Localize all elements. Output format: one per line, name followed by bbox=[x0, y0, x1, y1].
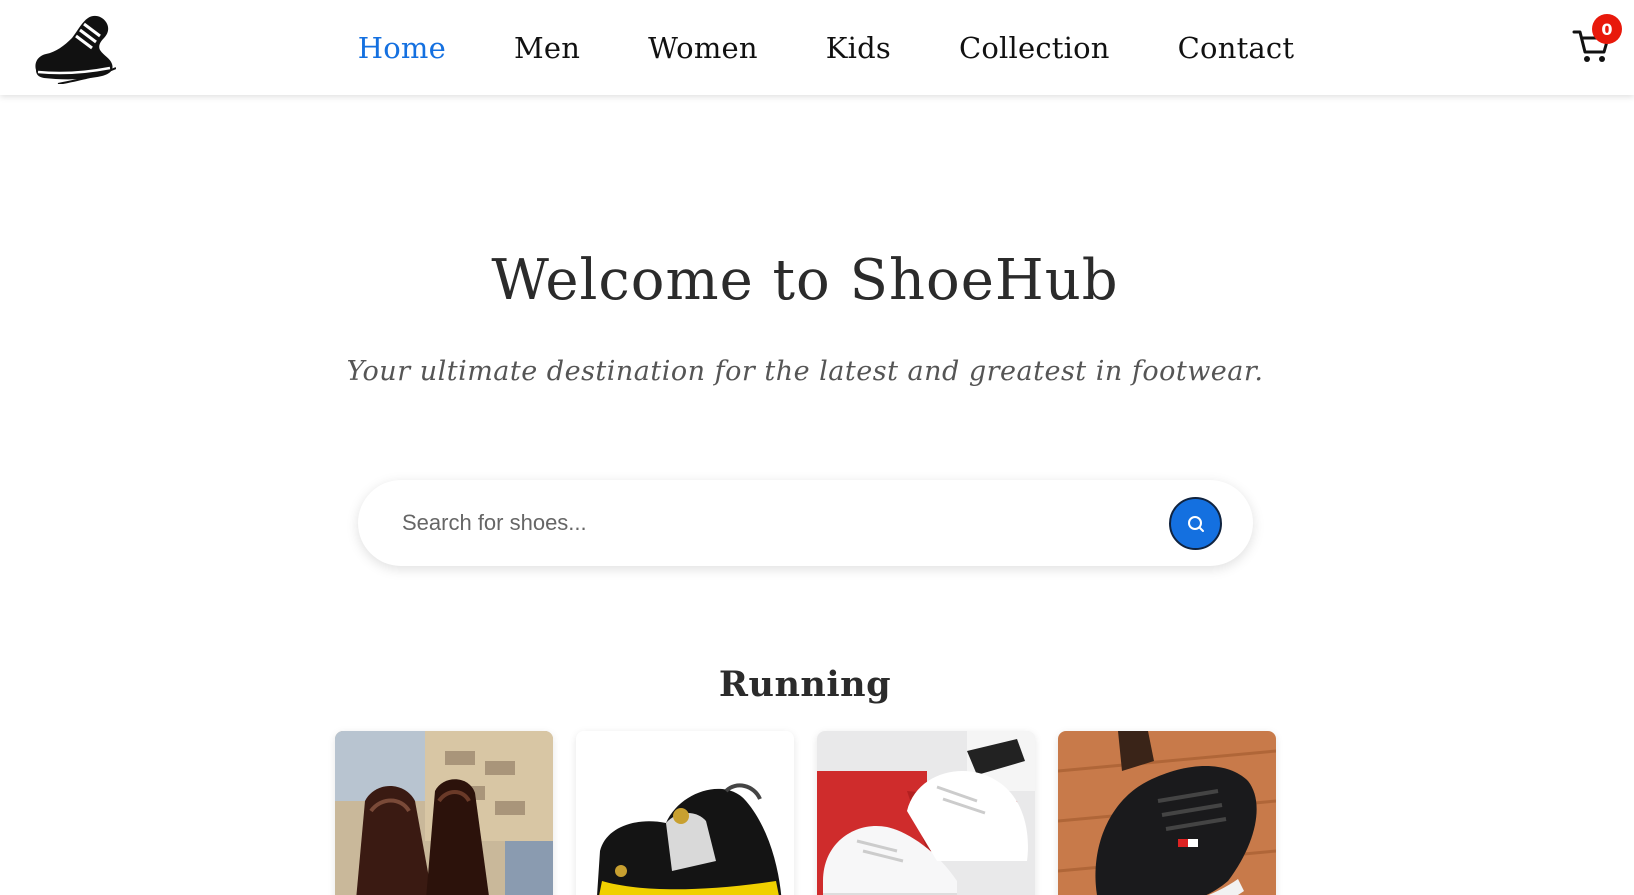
nav-link-kids[interactable]: Kids bbox=[826, 31, 891, 65]
white-sneakers-image bbox=[817, 731, 1035, 895]
navbar: Home Men Women Kids Collection Contact 0 bbox=[0, 0, 1634, 95]
hero-title: Welcome to ShoeHub bbox=[491, 248, 1119, 313]
search-button[interactable] bbox=[1169, 497, 1222, 550]
nav-link-contact[interactable]: Contact bbox=[1178, 31, 1295, 65]
hero-subtitle: Your ultimate destination for the latest… bbox=[346, 356, 1264, 387]
product-cards bbox=[335, 731, 1277, 895]
cart-button[interactable]: 0 bbox=[1572, 14, 1622, 66]
product-card[interactable] bbox=[576, 731, 794, 895]
nav-link-home[interactable]: Home bbox=[358, 31, 446, 65]
product-card[interactable] bbox=[335, 731, 553, 895]
search-bar bbox=[358, 480, 1253, 566]
section-title: Running bbox=[718, 664, 892, 705]
black-yellow-sneaker-image bbox=[576, 731, 794, 895]
search-input[interactable] bbox=[388, 498, 1148, 548]
nav-link-collection[interactable]: Collection bbox=[959, 31, 1110, 65]
product-card[interactable] bbox=[1058, 731, 1276, 895]
black-casual-sneaker-image bbox=[1058, 731, 1276, 895]
nav-link-women[interactable]: Women bbox=[648, 31, 758, 65]
nav-link-men[interactable]: Men bbox=[514, 31, 580, 65]
main-nav: Home Men Women Kids Collection Contact bbox=[0, 0, 1634, 95]
search-icon bbox=[1187, 515, 1204, 532]
product-card[interactable] bbox=[817, 731, 1035, 895]
cart-count-badge: 0 bbox=[1592, 14, 1622, 44]
brown-loafers-image bbox=[335, 731, 553, 895]
